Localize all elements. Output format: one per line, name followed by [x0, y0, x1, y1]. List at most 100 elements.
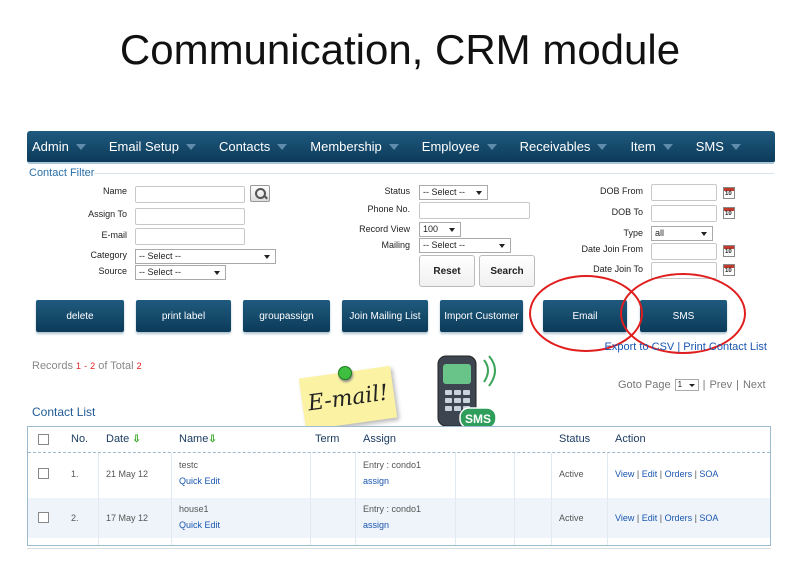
nav-contacts[interactable]: Contacts: [214, 139, 297, 154]
nav-item[interactable]: Item: [625, 139, 682, 154]
page-select[interactable]: 1: [674, 379, 699, 391]
chevron-down-icon: [476, 191, 482, 195]
dob-from-input[interactable]: [651, 184, 717, 201]
column-divider: [607, 453, 608, 545]
soa-link[interactable]: SOA: [699, 469, 718, 479]
status-label: Status: [384, 186, 410, 196]
calendar-icon[interactable]: 10: [723, 187, 735, 199]
search-button[interactable]: Search: [479, 255, 535, 287]
import-customer-button[interactable]: Import Customer: [440, 300, 523, 332]
name-label: Name: [102, 186, 127, 196]
assign-to-label: Assign To: [88, 209, 127, 219]
nav-membership[interactable]: Membership: [305, 139, 409, 154]
pagination: Goto Page 1 | Prev | Next: [618, 379, 766, 391]
goto-label: Goto Page: [618, 379, 671, 391]
mailing-select[interactable]: -- Select --: [419, 238, 511, 253]
row-date: 21 May 12: [106, 469, 149, 479]
nav-employee[interactable]: Employee: [417, 139, 507, 154]
dob-to-input[interactable]: [651, 205, 717, 222]
status-select[interactable]: -- Select --: [419, 185, 488, 200]
page-separator: |: [702, 379, 706, 391]
row-actions: View | Edit | Orders | SOA: [615, 469, 719, 479]
page-separator: |: [736, 379, 739, 391]
email-input[interactable]: [135, 228, 245, 245]
select-all-checkbox[interactable]: [38, 434, 49, 445]
print-contact-list-link[interactable]: Print Contact List: [683, 341, 767, 353]
records-summary: Records 1 - 2 of Total 2: [32, 360, 142, 372]
chevron-down-icon: [701, 232, 707, 236]
soa-link[interactable]: SOA: [699, 513, 718, 523]
chevron-down-icon: [185, 143, 196, 150]
record-view-select[interactable]: 100: [419, 222, 461, 237]
prev-link[interactable]: Prev: [709, 379, 732, 391]
header-assign: Assign: [363, 433, 397, 445]
date-join-from-label: Date Join From: [581, 244, 643, 254]
edit-link[interactable]: Edit: [642, 469, 658, 479]
chevron-down-icon: [730, 143, 741, 150]
column-divider: [171, 453, 172, 545]
row-checkbox[interactable]: [38, 468, 49, 479]
assign-link[interactable]: assign: [363, 520, 389, 530]
edit-link[interactable]: Edit: [642, 513, 658, 523]
row-entry: Entry : condo1: [363, 460, 422, 470]
sms-badge: SMS: [465, 412, 491, 426]
view-link[interactable]: View: [615, 513, 634, 523]
slide-title: Communication, CRM module: [119, 26, 681, 73]
calendar-icon[interactable]: 10: [723, 245, 735, 257]
calendar-icon[interactable]: 10: [723, 207, 735, 219]
chevron-down-icon: [388, 143, 399, 150]
reset-button[interactable]: Reset: [419, 255, 475, 287]
orders-link[interactable]: Orders: [665, 469, 693, 479]
row-checkbox[interactable]: [38, 512, 49, 523]
nav-receivables[interactable]: Receivables: [515, 139, 618, 154]
nav-admin[interactable]: Admin: [27, 139, 96, 154]
chevron-down-icon: [597, 143, 608, 150]
next-link[interactable]: Next: [743, 379, 766, 391]
chevron-down-icon: [277, 143, 288, 150]
calendar-icon[interactable]: 10: [723, 264, 735, 276]
chevron-down-icon: [688, 384, 695, 387]
records-prefix: Records: [32, 360, 73, 372]
column-divider: [98, 453, 99, 545]
header-no: No.: [71, 433, 89, 445]
chevron-down-icon: [449, 228, 455, 232]
quick-edit-link[interactable]: Quick Edit: [179, 520, 220, 530]
assign-to-input[interactable]: [135, 208, 245, 225]
mailing-label: Mailing: [381, 240, 410, 250]
nav-sms[interactable]: SMS: [691, 139, 751, 154]
phone-input[interactable]: [419, 202, 530, 219]
header-date[interactable]: Date ⇩: [106, 433, 141, 445]
column-divider: [455, 453, 456, 545]
record-view-label: Record View: [359, 224, 410, 234]
row-name: house1: [179, 504, 209, 514]
date-join-from-input[interactable]: [651, 243, 717, 260]
category-label: Category: [90, 250, 127, 260]
assign-link[interactable]: assign: [363, 476, 389, 486]
table-header: No. Date ⇩ Name⇩ Term Assign Status Acti…: [28, 427, 770, 453]
groupassign-button[interactable]: groupassign: [243, 300, 330, 332]
quick-edit-link[interactable]: Quick Edit: [179, 476, 220, 486]
table-row: 2. 17 May 12 house1 Quick Edit Entry : c…: [28, 498, 770, 538]
dob-from-label: DOB From: [599, 186, 643, 196]
records-of-total: of Total: [98, 360, 134, 372]
header-name[interactable]: Name⇩: [179, 433, 217, 445]
category-select[interactable]: -- Select --: [135, 249, 276, 264]
delete-button[interactable]: delete: [36, 300, 124, 332]
search-icon[interactable]: [250, 185, 270, 202]
date-join-to-label: Date Join To: [593, 264, 643, 274]
chevron-down-icon: [75, 143, 86, 150]
row-entry: Entry : condo1: [363, 504, 422, 514]
source-select[interactable]: -- Select --: [135, 265, 226, 280]
pushpin-icon: [338, 366, 352, 380]
type-select[interactable]: all: [651, 226, 713, 241]
join-mailing-list-button[interactable]: Join Mailing List: [342, 300, 428, 332]
export-csv-link[interactable]: Export to CSV: [605, 341, 675, 353]
name-input[interactable]: [135, 186, 245, 203]
link-separator: |: [677, 341, 681, 353]
orders-link[interactable]: Orders: [665, 513, 693, 523]
column-divider: [514, 453, 515, 545]
column-divider: [355, 453, 356, 545]
view-link[interactable]: View: [615, 469, 634, 479]
nav-email-setup[interactable]: Email Setup: [104, 139, 206, 154]
print-label-button[interactable]: print label: [136, 300, 231, 332]
